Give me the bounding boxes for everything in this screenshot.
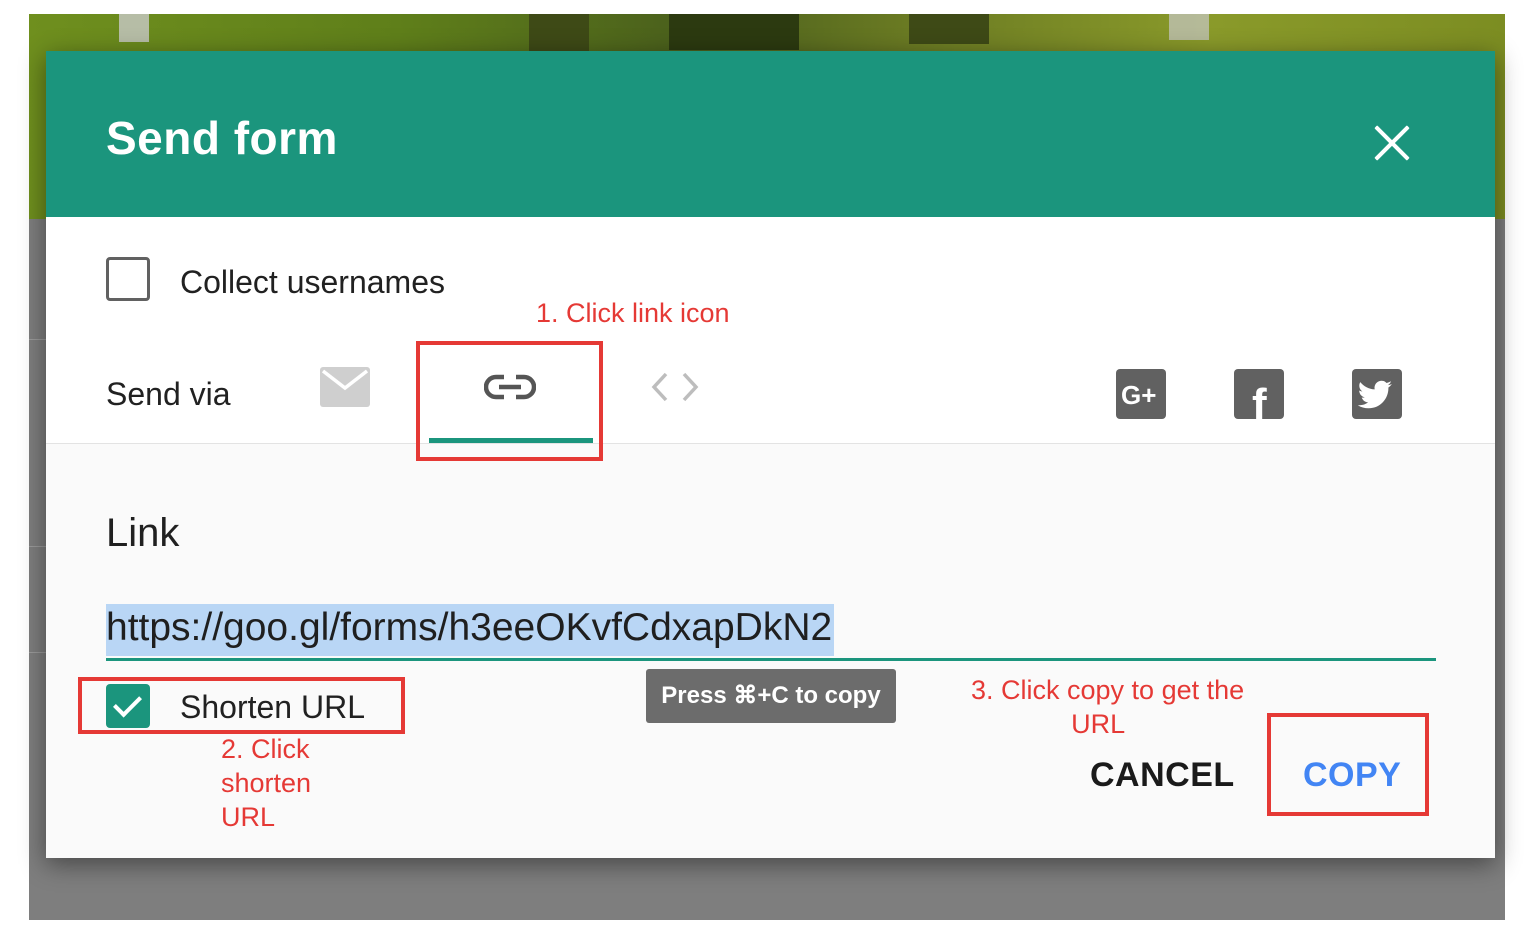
mail-icon[interactable] [320,367,370,407]
send-via-label: Send via [106,376,231,412]
collect-usernames-checkbox[interactable] [106,257,150,301]
annotation-step3-line: 3. Click copy to get the [971,675,1245,705]
url-input[interactable]: https://goo.gl/forms/h3eeOKvfCdxapDkN2 [106,604,1436,661]
close-icon[interactable] [1368,119,1416,167]
annotation-step2: 2. Click shorten URL [221,732,311,834]
annotation-step3: 3. Click copy to get the URL [971,673,1244,741]
twitter-icon[interactable] [1352,369,1402,419]
google-plus-icon-text: G+ [1121,380,1156,410]
dialog-header: Send form [46,51,1495,217]
annotation-step3-line: URL [1071,709,1126,739]
code-embed-icon[interactable] [650,371,700,403]
annotation-box-shorten-url [78,677,405,734]
dialog-title: Send form [106,112,338,164]
annotation-box-link-icon [416,341,603,461]
annotation-step2-line: 2. Click [221,734,310,764]
annotation-box-copy [1267,713,1429,816]
annotation-step1: 1. Click link icon [536,298,730,328]
copy-tooltip: Press ⌘+C to copy [646,669,896,723]
facebook-icon-text: f [1252,380,1267,419]
google-plus-icon[interactable]: G+ [1116,369,1166,419]
url-text[interactable]: https://goo.gl/forms/h3eeOKvfCdxapDkN2 [106,604,835,656]
section-divider [46,443,1495,444]
annotation-step2-line: URL [221,802,276,832]
link-heading: Link [106,511,180,555]
facebook-icon[interactable]: f [1234,369,1284,419]
collect-usernames-label: Collect usernames [180,264,445,300]
annotation-step2-line: shorten [221,768,312,798]
cancel-button[interactable]: CANCEL [1090,756,1235,795]
